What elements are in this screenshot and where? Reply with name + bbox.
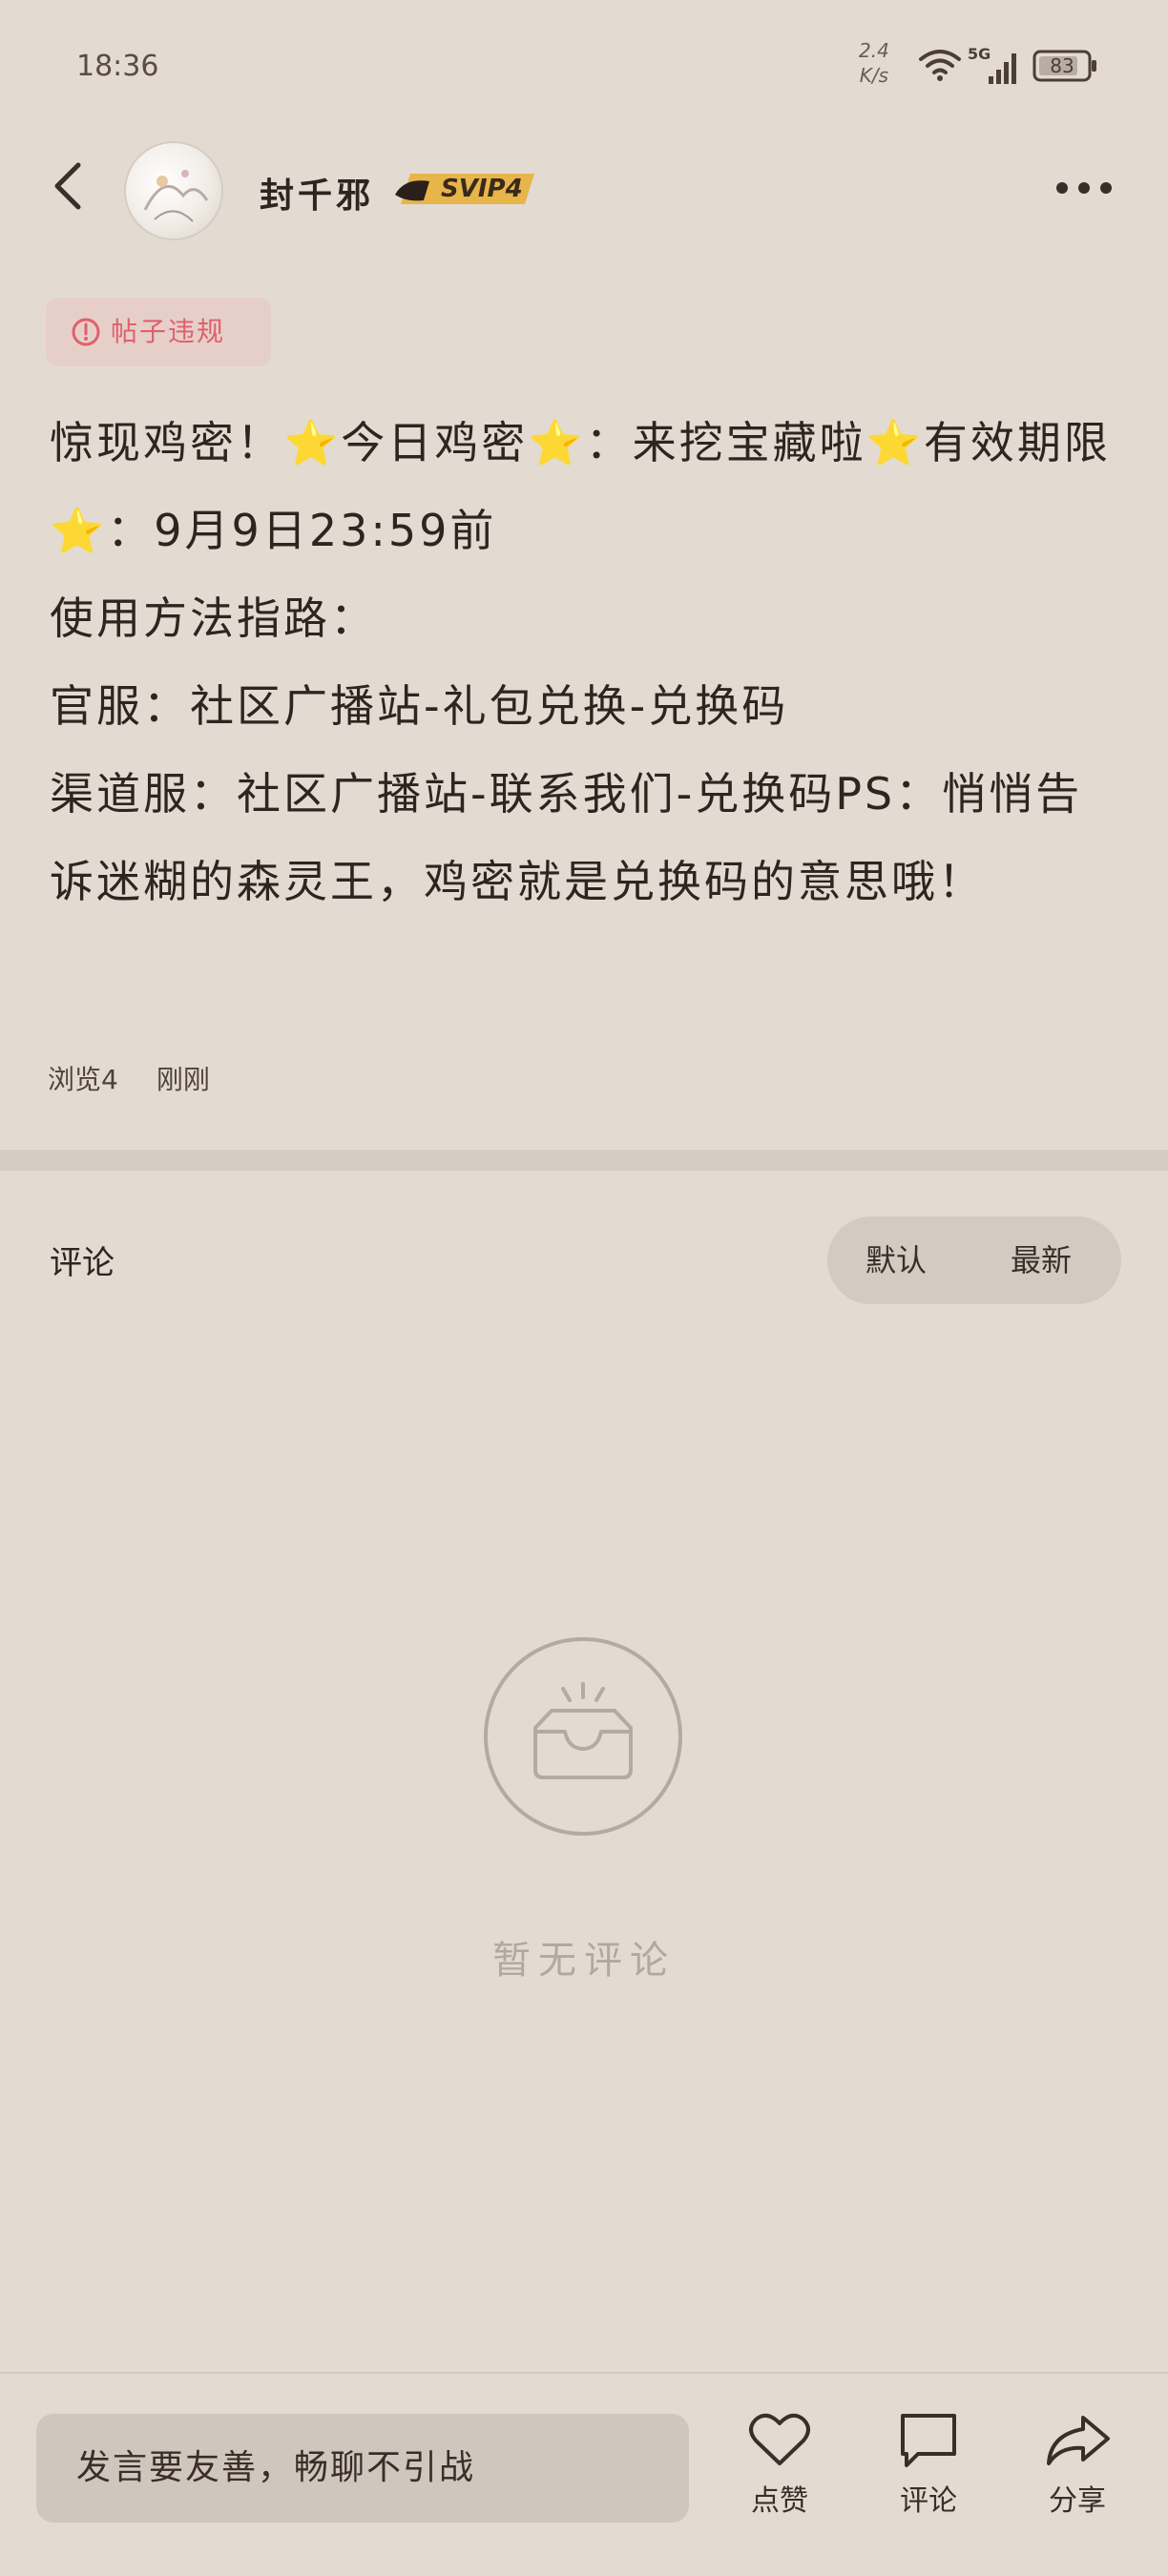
comments-title: 评论 — [50, 1244, 115, 1282]
comment-input-placeholder: 发言要友善，畅聊不引战 — [76, 2448, 476, 2487]
network-speed-unit: K/s — [859, 64, 889, 87]
avatar[interactable] — [124, 141, 223, 240]
post-meta: 浏览4 刚刚 — [48, 1059, 248, 1097]
back-button[interactable] — [46, 157, 92, 215]
back-arrow-icon — [54, 162, 81, 210]
post-time: 刚刚 — [156, 1064, 210, 1095]
post-paragraph-2: 使用方法指路： — [50, 592, 377, 644]
comment-bubble-icon — [901, 2414, 956, 2467]
like-label: 点赞 — [751, 2484, 808, 2518]
comment-label: 评论 — [900, 2484, 957, 2518]
post-text: 有效期限 — [923, 417, 1111, 468]
share-button[interactable]: 分享 — [1025, 2412, 1130, 2536]
like-button[interactable]: 点赞 — [727, 2412, 832, 2536]
signal-icon: 5G — [968, 45, 1023, 90]
network-speed: 2.4 K/s — [859, 38, 889, 88]
alert-circle-icon — [72, 318, 100, 346]
post-text: 惊现鸡密！ — [50, 417, 283, 468]
post-text: ：9月9日23:59前 — [107, 505, 497, 556]
vip-badge: SVIP4 — [391, 168, 539, 210]
sort-default-button[interactable]: 默认 — [866, 1216, 927, 1304]
violation-label: 帖子违规 — [111, 316, 226, 347]
star-icon: ⭐ — [528, 417, 586, 468]
username[interactable]: 封千邪 — [260, 168, 374, 218]
post-content: 惊现鸡密！⭐今日鸡密⭐：来挖宝藏啦⭐有效期限⭐：9月9日23:59前 使用方法指… — [50, 399, 1118, 925]
post-text: 今日鸡密 — [341, 417, 529, 468]
empty-comments-text: 暂无评论 — [492, 1939, 676, 1983]
more-button[interactable] — [1054, 177, 1114, 199]
post-paragraph-1: 惊现鸡密！⭐今日鸡密⭐：来挖宝藏啦⭐有效期限⭐：9月9日23:59前 — [50, 399, 1118, 574]
comment-input[interactable]: 发言要友善，畅聊不引战 — [36, 2414, 689, 2523]
share-arrow-icon — [1047, 2416, 1110, 2465]
comment-sort-toggle: 默认 最新 — [827, 1216, 1121, 1304]
sort-newest-button[interactable]: 最新 — [1011, 1216, 1072, 1304]
vip-level: SVIP4 — [441, 175, 523, 203]
post-text: ：来挖宝藏啦 — [585, 417, 866, 468]
violation-tag: 帖子违规 — [46, 298, 271, 366]
more-icon — [1056, 182, 1112, 194]
section-divider — [0, 1150, 1168, 1171]
wifi-icon — [918, 46, 962, 88]
status-time: 18:36 — [76, 50, 159, 83]
star-icon: ⭐ — [50, 505, 108, 556]
view-count: 浏览4 — [48, 1064, 118, 1095]
heart-icon — [749, 2413, 810, 2465]
post-paragraph-3: 官服：社区广播站-礼包兑换-兑换码 — [50, 680, 789, 732]
star-icon: ⭐ — [283, 417, 342, 468]
empty-inbox-icon — [483, 1636, 683, 1837]
network-type-label: 5G — [968, 46, 991, 63]
battery-level: 83 — [1050, 54, 1074, 77]
share-label: 分享 — [1049, 2484, 1106, 2518]
comment-button[interactable]: 评论 — [876, 2412, 981, 2536]
post-paragraph-4: 渠道服：社区广播站-联系我们-兑换码PS：悄悄告诉迷糊的森灵王，鸡密就是兑换码的… — [50, 768, 1083, 907]
bottom-bar-divider — [0, 2372, 1168, 2374]
star-icon: ⭐ — [866, 417, 924, 468]
network-speed-value: 2.4 — [859, 39, 889, 62]
